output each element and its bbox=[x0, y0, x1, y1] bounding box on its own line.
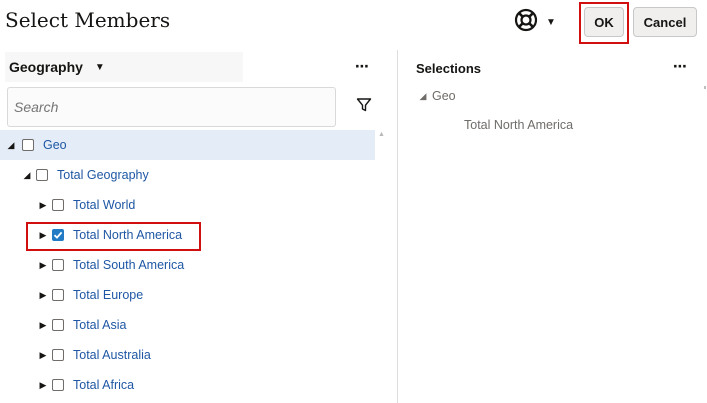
tree-label[interactable]: Total South America bbox=[73, 258, 184, 272]
lifebuoy-icon bbox=[514, 8, 538, 37]
triangle-down-icon[interactable]: ◢ bbox=[418, 91, 428, 102]
tree-row-total-africa[interactable]: ▶ Total Africa bbox=[0, 370, 375, 400]
tree-label[interactable]: Geo bbox=[43, 138, 67, 152]
filter-icon[interactable] bbox=[356, 97, 374, 115]
help-menu-button[interactable]: ▼ bbox=[514, 8, 564, 36]
tree-label[interactable]: Total Asia bbox=[73, 318, 127, 332]
cancel-button[interactable]: Cancel bbox=[633, 7, 697, 37]
triangle-right-icon[interactable]: ▶ bbox=[38, 200, 48, 211]
triangle-right-icon[interactable]: ▶ bbox=[38, 260, 48, 271]
checkbox[interactable] bbox=[52, 349, 64, 361]
tree-row-total-geography[interactable]: ◢ Total Geography bbox=[0, 160, 375, 190]
triangle-down-icon[interactable]: ◢ bbox=[22, 170, 32, 181]
tree-label[interactable]: Total Australia bbox=[73, 348, 151, 362]
tree-row-geo[interactable]: ◢ Geo bbox=[0, 130, 375, 160]
tree-row-total-world[interactable]: ▶ Total World bbox=[0, 190, 375, 220]
dimension-dropdown[interactable]: Geography ▼ bbox=[5, 52, 243, 82]
checkbox[interactable] bbox=[52, 379, 64, 391]
checkbox[interactable] bbox=[22, 139, 34, 151]
selection-parent-label: Geo bbox=[432, 89, 456, 103]
tree-row-total-south-america[interactable]: ▶ Total South America bbox=[0, 250, 375, 280]
selection-parent[interactable]: ◢ Geo bbox=[418, 89, 456, 103]
checkbox[interactable] bbox=[52, 319, 64, 331]
selected-member-highlight bbox=[26, 222, 201, 251]
checkbox[interactable] bbox=[52, 289, 64, 301]
tree-label[interactable]: Total Geography bbox=[57, 168, 149, 182]
tree-row-total-australia[interactable]: ▶ Total Australia bbox=[0, 340, 375, 370]
search-input[interactable] bbox=[7, 87, 336, 127]
checkbox[interactable] bbox=[36, 169, 48, 181]
scrollbar-thumb[interactable] bbox=[704, 86, 706, 89]
checkbox[interactable] bbox=[52, 199, 64, 211]
triangle-down-icon[interactable]: ◢ bbox=[6, 140, 16, 151]
checkbox[interactable] bbox=[52, 259, 64, 271]
triangle-right-icon[interactable]: ▶ bbox=[38, 380, 48, 391]
dimension-label: Geography bbox=[9, 59, 83, 75]
tree-row-total-europe[interactable]: ▶ Total Europe bbox=[0, 280, 375, 310]
panel-divider bbox=[397, 50, 398, 403]
ok-button[interactable]: OK bbox=[584, 7, 624, 37]
triangle-right-icon[interactable]: ▶ bbox=[38, 290, 48, 301]
triangle-right-icon[interactable]: ▶ bbox=[38, 320, 48, 331]
caret-down-icon: ▼ bbox=[94, 61, 105, 73]
tree-row-total-asia[interactable]: ▶ Total Asia bbox=[0, 310, 375, 340]
tree-label[interactable]: Total Europe bbox=[73, 288, 143, 302]
more-options-icon[interactable]: ⋯ bbox=[673, 58, 688, 75]
selected-member[interactable]: Total North America bbox=[464, 118, 573, 132]
more-options-icon[interactable]: ⋯ bbox=[355, 58, 370, 75]
tree-label[interactable]: Total World bbox=[73, 198, 135, 212]
dialog-title: Select Members bbox=[5, 8, 171, 32]
scroll-up-arrow-icon[interactable]: ▲ bbox=[378, 131, 385, 138]
selections-title: Selections bbox=[416, 61, 482, 76]
triangle-right-icon[interactable]: ▶ bbox=[38, 350, 48, 361]
chevron-down-icon: ▼ bbox=[546, 16, 556, 28]
tree-label[interactable]: Total Africa bbox=[73, 378, 134, 392]
